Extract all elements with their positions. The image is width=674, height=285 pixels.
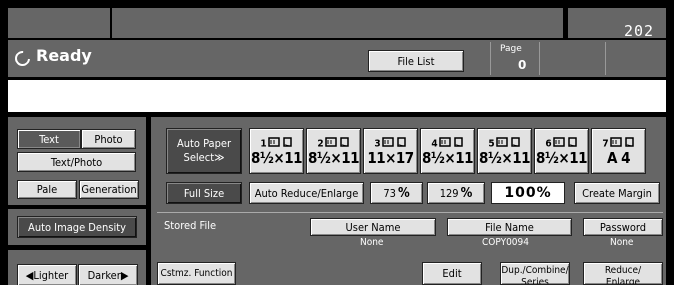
reduce-enlarge-button[interactable]: Reduce/ Enlarge (583, 262, 663, 285)
ratio-129-button[interactable]: 129% (427, 182, 485, 204)
paper-tray-size: 8½×11 (251, 148, 302, 167)
status-text: Ready (36, 46, 92, 65)
current-ratio-display: 100% (491, 182, 565, 204)
page-label: Page (500, 44, 522, 54)
file-name-value: COPY0094 (482, 237, 529, 248)
lighter-label: Lighter (33, 268, 69, 282)
pale-button[interactable]: Pale (17, 180, 77, 199)
paper-tray-2-button[interactable]: 2 8½×11 (306, 128, 361, 174)
message-line (8, 80, 666, 112)
auto-paper-select-button[interactable]: Auto Paper Select≫ (166, 128, 242, 174)
ratio-129-value: 129 (439, 186, 459, 200)
darker-label: Darker (87, 268, 121, 282)
paper-tray-header: 1 (260, 136, 293, 150)
edit-button[interactable]: Edit (422, 262, 482, 285)
custom-function-button[interactable]: Cstmz. Function (157, 262, 236, 285)
copier-panel: 202 Ready File List Page 0 Text Photo Te… (0, 0, 674, 285)
ratio-73-pct: % (397, 185, 410, 201)
paper-tray-header: 3 (374, 136, 407, 150)
paper-tray-4-button[interactable]: 4 8½×11 (420, 128, 475, 174)
paper-tray-5-button[interactable]: 5 8½×11 (477, 128, 532, 174)
paper-tray-size: A 4 (606, 148, 631, 167)
password-button[interactable]: Password (583, 218, 663, 236)
triangle-right-icon: ▶ (120, 268, 129, 282)
password-value: None (610, 237, 634, 248)
file-list-button[interactable]: File List (368, 50, 464, 72)
paper-tray-icon (609, 136, 635, 150)
user-name-button[interactable]: User Name (310, 218, 436, 236)
page-value: 0 (518, 58, 527, 72)
status-divider (605, 42, 606, 75)
chevron-right-icon: ≫ (214, 151, 225, 164)
paper-tray-header: 2 (317, 136, 350, 150)
reduce-line2: Enlarge (605, 277, 641, 285)
paper-tray-icon (324, 136, 350, 150)
paper-tray-header: 5 (488, 136, 521, 150)
generation-button[interactable]: Generation (79, 180, 139, 199)
create-margin-button[interactable]: Create Margin (574, 182, 660, 204)
ratio-129-pct: % (460, 185, 473, 201)
full-size-button[interactable]: Full Size (166, 182, 242, 204)
auto-image-density-button[interactable]: Auto Image Density (17, 216, 137, 238)
paper-tray-3-button[interactable]: 3 11×17 (363, 128, 418, 174)
paper-tray-1-button[interactable]: 1 8½×11 (249, 128, 304, 174)
reduce-line1: Reduce/ (604, 265, 642, 276)
paper-tray-6-button[interactable]: 6 8½×11 (534, 128, 589, 174)
status-bar (8, 40, 666, 77)
text-mode-button[interactable]: Text (17, 129, 81, 149)
paper-tray-icon (381, 136, 407, 150)
tab-divider (110, 8, 112, 38)
user-name-value: None (360, 237, 384, 248)
dup-combine-series-button[interactable]: Dup./Combine/ Series (500, 262, 570, 285)
stored-file-label: Stored File (164, 219, 217, 232)
ratio-73-value: 73 (383, 186, 396, 200)
paper-tray-size: 8½×11 (422, 148, 473, 167)
file-name-button[interactable]: File Name (447, 218, 572, 236)
lighter-button[interactable]: ◀ Lighter (17, 264, 77, 285)
photo-mode-button[interactable]: Photo (81, 129, 136, 149)
paper-tray-size: 8½×11 (479, 148, 530, 167)
paper-tray-size: 8½×11 (536, 148, 587, 167)
paper-tray-header: 4 (431, 136, 464, 150)
paper-tray-size: 8½×11 (308, 148, 359, 167)
tab-divider-right (563, 8, 568, 38)
dup-combine-line1: Dup./Combine/ (501, 265, 569, 276)
ratio-73-button[interactable]: 73% (370, 182, 423, 204)
auto-paper-line2: Select≫ (183, 151, 225, 164)
paper-tray-icon (438, 136, 464, 150)
auto-paper-line1: Auto Paper (176, 137, 232, 150)
paper-tray-7-button[interactable]: 7A 4 (591, 128, 646, 174)
triangle-left-icon: ◀ (25, 268, 34, 282)
darker-button[interactable]: Darker ▶ (78, 264, 138, 285)
dup-combine-line2: Series (521, 277, 549, 285)
text-photo-button[interactable]: Text/Photo (17, 152, 136, 172)
paper-tray-header: 6 (545, 136, 578, 150)
paper-tray-icon (495, 136, 521, 150)
paper-tray-icon (267, 136, 293, 150)
paper-tray-header: 7 (602, 136, 635, 150)
auto-reduce-enlarge-button[interactable]: Auto Reduce/Enlarge (249, 182, 364, 204)
counter-display: 202 (624, 22, 655, 40)
paper-tray-size: 11×17 (367, 148, 414, 167)
paper-tray-icon (552, 136, 578, 150)
